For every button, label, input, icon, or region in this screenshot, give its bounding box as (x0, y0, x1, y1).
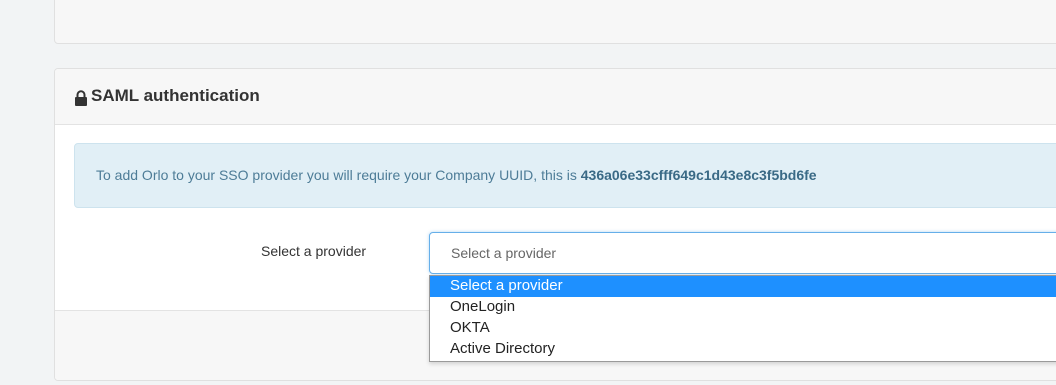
option-okta[interactable]: OKTA (430, 318, 1056, 339)
provider-select[interactable]: Select a provider (429, 232, 1056, 274)
option-select-a-provider[interactable]: Select a provider (430, 276, 1056, 297)
option-onelogin[interactable]: OneLogin (430, 297, 1056, 318)
company-uuid: 436a06e33cfff649c1d43e8c3f5bd6fe (580, 167, 817, 183)
provider-dropdown-list[interactable]: Select a provider OneLogin OKTA Active D… (429, 275, 1056, 362)
uuid-info-alert: To add Orlo to your SSO provider you wil… (74, 143, 1056, 208)
provider-label: Select a provider (261, 243, 367, 259)
uuid-info-message: To add Orlo to your SSO provider you wil… (96, 167, 581, 183)
panel-heading: SAML authentication (55, 69, 1056, 125)
previous-panel (54, 0, 1056, 44)
provider-select-value: Select a provider (451, 245, 557, 261)
panel-title: SAML authentication (91, 86, 260, 105)
option-active-directory[interactable]: Active Directory (430, 339, 1056, 360)
uuid-info-text: To add Orlo to your SSO provider you wil… (96, 167, 817, 183)
lock-icon (75, 90, 87, 106)
